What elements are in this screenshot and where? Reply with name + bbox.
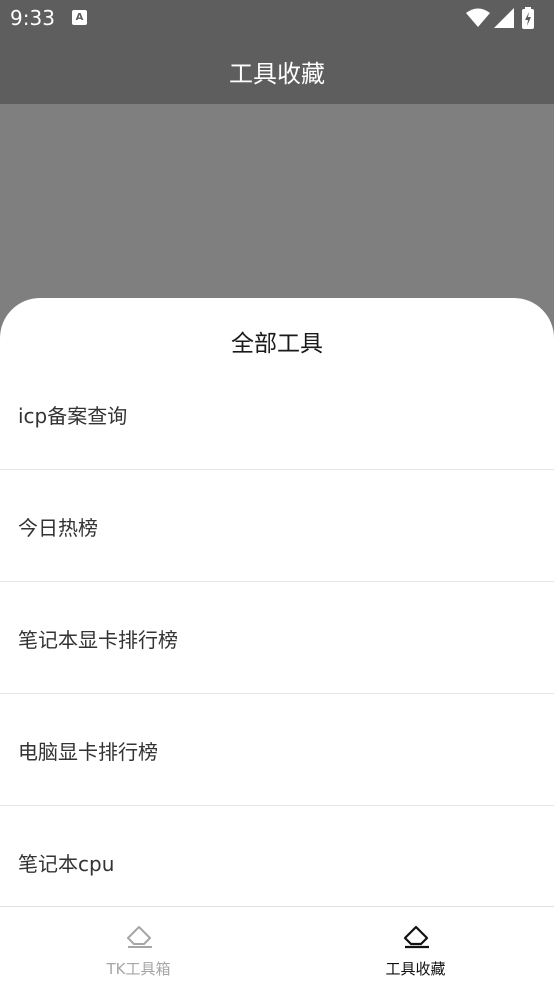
nav-item-tool-favorites[interactable]: 工具收藏 — [277, 907, 554, 984]
tool-item-label: 笔记本显卡排行榜 — [18, 628, 178, 652]
status-bar: 9:33 A — [0, 0, 554, 36]
status-icons — [464, 7, 544, 29]
eraser-icon — [127, 926, 152, 948]
tool-item-today-hot[interactable]: 今日热榜 — [0, 470, 554, 582]
battery-charging-icon — [522, 7, 534, 29]
nav-label: 工具收藏 — [385, 960, 446, 978]
tool-item-laptop-gpu-ranking[interactable]: 笔记本显卡排行榜 — [0, 582, 554, 694]
tool-item-label: 笔记本cpu — [18, 852, 115, 876]
signal-icon — [494, 8, 514, 28]
tool-item-icp-lookup[interactable]: icp备案查询 — [0, 358, 554, 470]
wifi-icon — [466, 8, 490, 27]
screen: 9:33 A 工具收藏 全部工具 icp备案查询 今日热榜 笔记本显卡排行榜 电… — [0, 0, 554, 984]
tool-item-laptop-cpu[interactable]: 笔记本cpu — [0, 806, 554, 906]
all-tools-sheet: 全部工具 icp备案查询 今日热榜 笔记本显卡排行榜 电脑显卡排行榜 笔记本cp… — [0, 298, 554, 906]
nav-item-tk-toolbox[interactable]: TK工具箱 — [0, 907, 277, 984]
tool-item-label: 电脑显卡排行榜 — [18, 740, 158, 764]
nav-label: TK工具箱 — [106, 960, 171, 978]
tool-item-label: icp备案查询 — [18, 404, 128, 428]
font-icon: A — [72, 10, 87, 25]
status-time: 9:33 — [10, 6, 55, 30]
bottom-nav: TK工具箱 工具收藏 — [0, 906, 554, 984]
app-bar: 工具收藏 — [0, 36, 554, 104]
tool-item-label: 今日热榜 — [18, 516, 98, 540]
page-title: 工具收藏 — [229, 60, 325, 88]
eraser-icon — [403, 925, 429, 949]
tool-list: icp备案查询 今日热榜 笔记本显卡排行榜 电脑显卡排行榜 笔记本cpu — [0, 358, 554, 906]
sheet-title: 全部工具 — [231, 331, 323, 357]
tool-item-pc-gpu-ranking[interactable]: 电脑显卡排行榜 — [0, 694, 554, 806]
